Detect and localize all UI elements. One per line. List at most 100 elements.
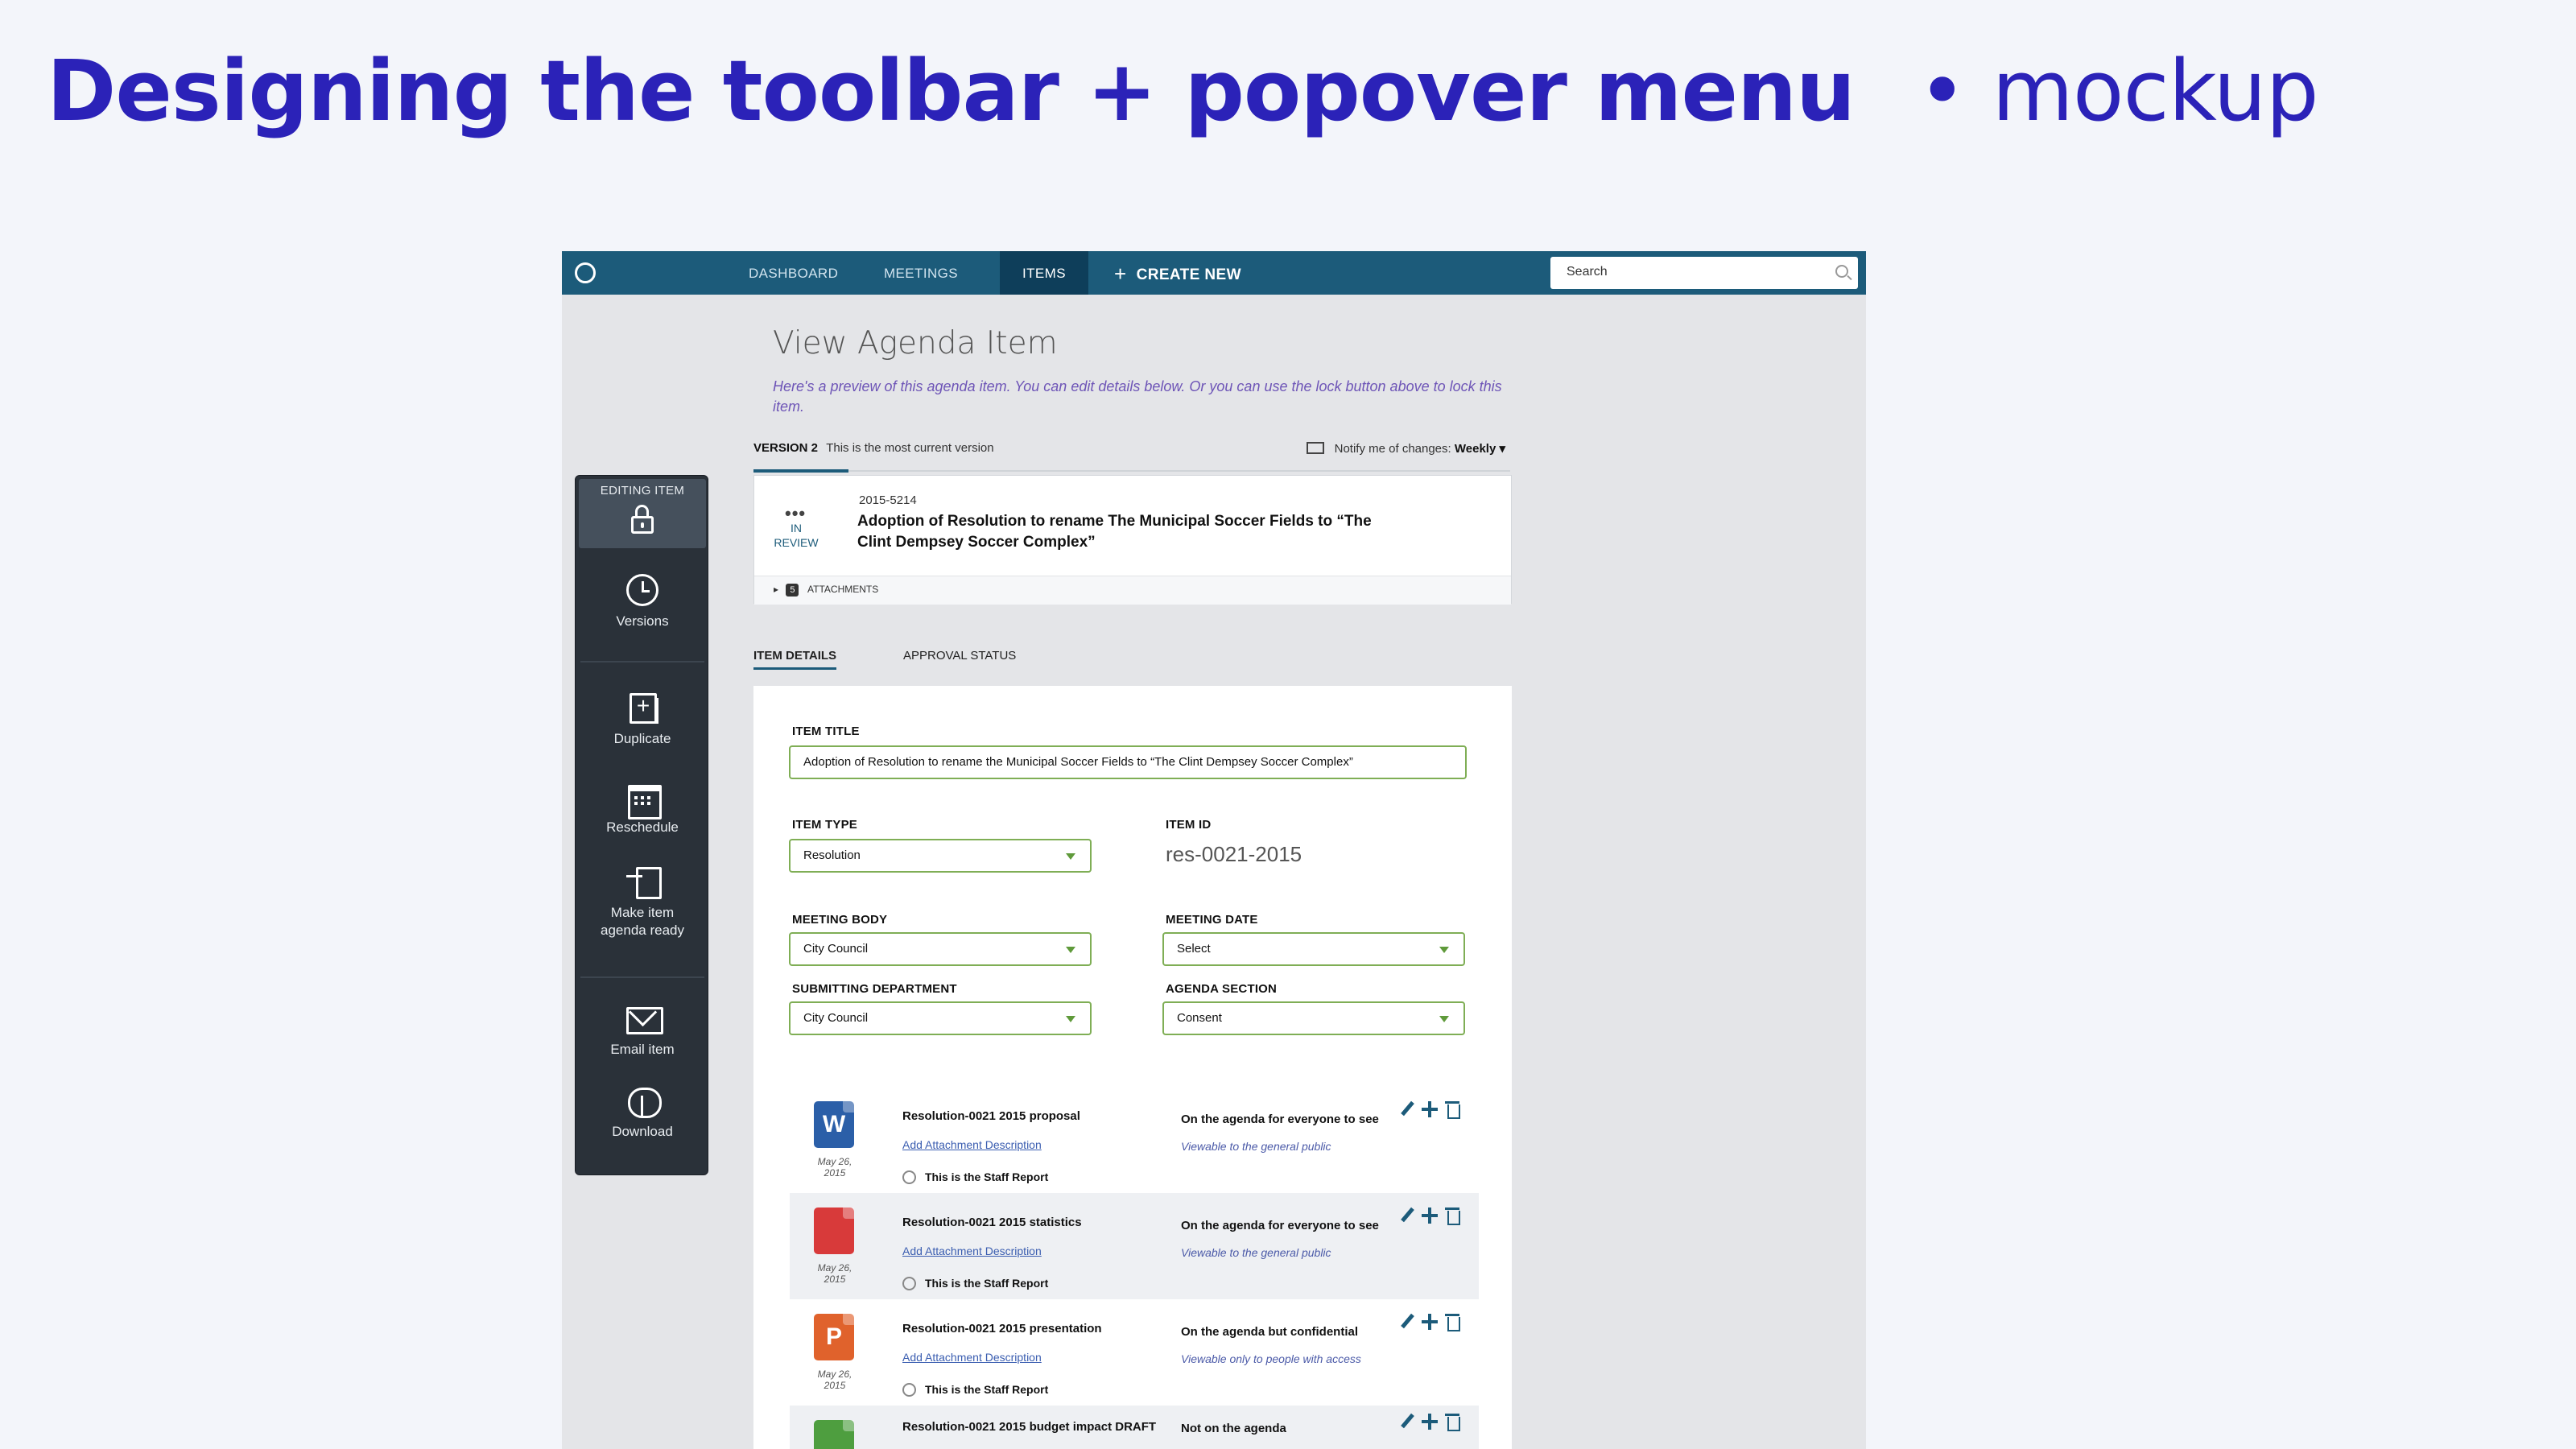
edit-pencil-icon[interactable] (1398, 1412, 1416, 1431)
move-icon[interactable] (1421, 1412, 1439, 1431)
tab-approval-status[interactable]: APPROVAL STATUS (903, 649, 1016, 667)
agenda-section-select[interactable]: Consent (1162, 1001, 1465, 1035)
email-item-label: Email item (610, 1042, 675, 1057)
attachments-label: ATTACHMENTS (807, 584, 879, 595)
attachment-name[interactable]: Resolution-0021 2015 budget impact DRAFT (902, 1420, 1156, 1434)
submitting-department-label: SUBMITTING DEPARTMENT (792, 982, 957, 996)
meeting-body-value: City Council (803, 942, 869, 956)
duplicate-icon (626, 691, 658, 724)
visibility-note: Viewable to the general public (1181, 1140, 1331, 1153)
agenda-item-card: ••• IN REVIEW 2015-5214 Adoption of Reso… (753, 475, 1512, 605)
cloud-download-icon (626, 1084, 662, 1118)
chevron-down-icon (1066, 1016, 1075, 1022)
search-icon[interactable] (1835, 265, 1848, 278)
staff-report-label: This is the Staff Report (925, 1277, 1049, 1290)
duplicate-label: Duplicate (613, 731, 671, 746)
edit-pencil-icon[interactable] (1398, 1206, 1416, 1225)
meeting-date-value: Select (1177, 942, 1211, 956)
meeting-date-label: MEETING DATE (1166, 913, 1258, 927)
item-toolbar: EDITING ITEM Versions Duplicate Reschedu… (575, 475, 708, 1175)
staff-report-radio[interactable] (902, 1383, 916, 1397)
nav-items[interactable]: ITEMS (1000, 251, 1088, 295)
attachment-name[interactable]: Resolution-0021 2015 presentation (902, 1322, 1102, 1335)
add-description-link[interactable]: Add Attachment Description (902, 1138, 1042, 1151)
visibility-note: Viewable only to people with access (1181, 1352, 1361, 1365)
tab-item-details[interactable]: ITEM DETAILS (753, 649, 837, 670)
attachment-row: May 26, 2015 Resolution-0021 2015 statis… (790, 1193, 1479, 1299)
meeting-body-select[interactable]: City Council (789, 932, 1092, 966)
duplicate-button[interactable]: Duplicate (576, 691, 709, 748)
agenda-ready-icon (626, 865, 662, 899)
editing-item-lock-button[interactable]: EDITING ITEM (579, 479, 706, 548)
chevron-down-icon (1066, 853, 1075, 860)
app-mockup-frame: DASHBOARD MEETINGS ITEMS + CREATE NEW Sea… (562, 251, 1866, 1449)
calendar-icon (626, 780, 662, 819)
mail-icon (1307, 442, 1325, 454)
pdf-document-icon (814, 1208, 854, 1254)
toolbar-divider (580, 976, 704, 978)
version-tab-underline (753, 469, 1510, 473)
app-logo-icon[interactable] (575, 262, 596, 283)
spreadsheet-document-icon (814, 1420, 854, 1449)
status-badge: IN REVIEW (774, 522, 819, 549)
attachments-toggle[interactable]: ▸ 5 ATTACHMENTS (754, 576, 1511, 605)
item-type-label: ITEM TYPE (792, 818, 857, 832)
item-type-select[interactable]: Resolution (789, 839, 1092, 873)
nav-dashboard[interactable]: DASHBOARD (749, 251, 838, 295)
clock-icon (626, 574, 658, 606)
move-icon[interactable] (1421, 1312, 1439, 1331)
notify-changes-control[interactable]: Notify me of changes: Weekly ▾ (1307, 441, 1505, 456)
meeting-date-select[interactable]: Select (1162, 932, 1465, 966)
versions-button[interactable]: Versions (576, 574, 709, 630)
trash-icon[interactable] (1443, 1206, 1461, 1225)
staff-report-radio[interactable] (902, 1277, 916, 1290)
attachment-date: May 26, 2015 (817, 1156, 852, 1179)
envelope-icon (626, 1002, 663, 1034)
nav-meetings[interactable]: MEETINGS (884, 251, 958, 295)
download-label: Download (612, 1124, 673, 1139)
attachment-name[interactable]: Resolution-0021 2015 proposal (902, 1109, 1080, 1123)
attachment-actions (1398, 1100, 1463, 1121)
move-icon[interactable] (1421, 1100, 1439, 1119)
item-title-field[interactable]: Adoption of Resolution to rename the Mun… (789, 745, 1467, 779)
email-item-button[interactable]: Email item (576, 1002, 709, 1059)
slide-title: Designing the toolbar + popover menu • m… (47, 42, 2319, 140)
make-agenda-ready-button[interactable]: Make item agenda ready (576, 865, 709, 939)
submitting-department-select[interactable]: City Council (789, 1001, 1092, 1035)
notify-frequency[interactable]: Weekly ▾ (1455, 442, 1505, 456)
add-description-link[interactable]: Add Attachment Description (902, 1245, 1042, 1257)
attachment-row: W May 26, 2015 Resolution-0021 2015 prop… (790, 1087, 1479, 1193)
item-title: Adoption of Resolution to rename The Mun… (857, 513, 1372, 551)
trash-icon[interactable] (1443, 1312, 1461, 1331)
powerpoint-document-icon: P (814, 1314, 854, 1360)
attachment-actions (1398, 1206, 1463, 1227)
item-details-form: ITEM TITLE Adoption of Resolution to ren… (753, 686, 1512, 1449)
download-button[interactable]: Download (576, 1084, 709, 1141)
item-title-label: ITEM TITLE (792, 724, 860, 738)
staff-report-radio[interactable] (902, 1170, 916, 1184)
move-icon[interactable] (1421, 1206, 1439, 1225)
edit-pencil-icon[interactable] (1398, 1312, 1416, 1331)
create-new-label: CREATE NEW (1136, 266, 1241, 283)
visibility-status: On the agenda for everyone to see (1181, 1219, 1379, 1232)
attachments-count: 5 (786, 584, 799, 597)
plus-icon: + (1114, 262, 1127, 286)
page-title: View Agenda Item (773, 325, 1058, 361)
attachment-name[interactable]: Resolution-0021 2015 statistics (902, 1216, 1082, 1229)
item-type-value: Resolution (803, 848, 861, 862)
version-note: This is the most current version (826, 441, 994, 455)
edit-pencil-icon[interactable] (1398, 1100, 1416, 1119)
expand-arrow-icon: ▸ (774, 584, 779, 595)
visibility-note: Viewable to the general public (1181, 1246, 1331, 1259)
create-new-button[interactable]: + CREATE NEW (1114, 251, 1241, 295)
add-description-link[interactable]: Add Attachment Description (902, 1351, 1042, 1364)
versions-label: Versions (616, 613, 669, 629)
unlock-icon (626, 502, 658, 534)
trash-icon[interactable] (1443, 1412, 1461, 1431)
attachment-row: P May 26, 2015 Resolution-0021 2015 pres… (790, 1299, 1479, 1406)
visibility-status: On the agenda for everyone to see (1181, 1113, 1379, 1126)
editing-item-label: EDITING ITEM (600, 484, 685, 497)
search-input[interactable]: Search (1550, 257, 1858, 289)
trash-icon[interactable] (1443, 1100, 1461, 1119)
reschedule-button[interactable]: Reschedule (576, 780, 709, 836)
